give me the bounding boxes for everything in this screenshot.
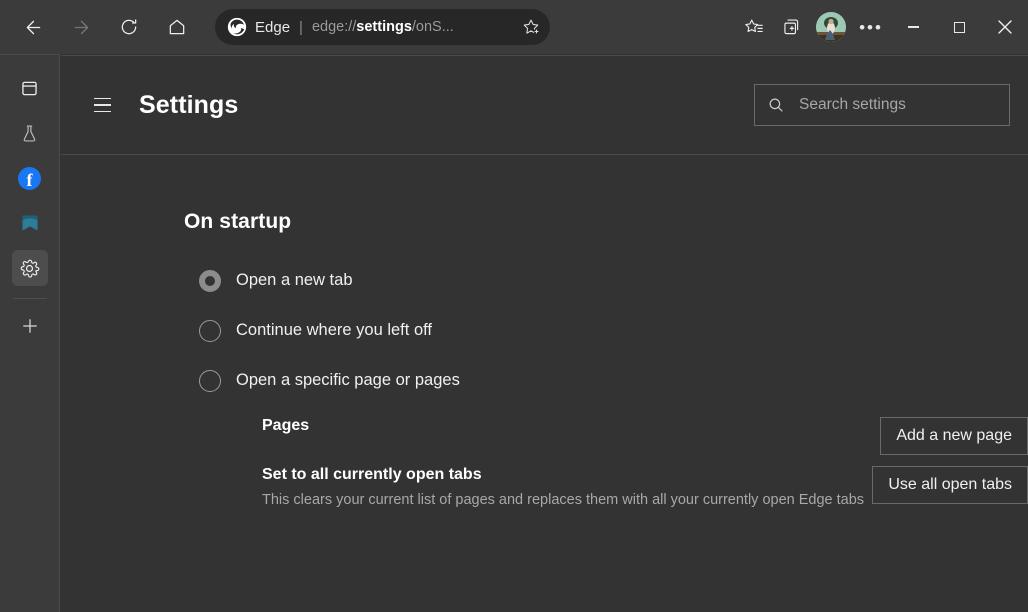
vertical-sidebar: f bbox=[0, 54, 60, 612]
url-scheme: edge:// bbox=[312, 19, 356, 35]
radio-label: Open a specific page or pages bbox=[236, 371, 460, 390]
maximize-icon bbox=[954, 22, 965, 33]
collections-icon bbox=[781, 17, 802, 38]
radio-indicator[interactable] bbox=[199, 370, 221, 392]
home-button[interactable] bbox=[158, 8, 196, 46]
sidebar-item-reading-list[interactable] bbox=[12, 205, 48, 241]
back-button[interactable] bbox=[14, 8, 52, 46]
url-path-rest: /onS... bbox=[412, 19, 454, 35]
search-settings-box[interactable]: Search settings bbox=[754, 84, 1010, 126]
back-arrow-icon bbox=[23, 17, 44, 38]
address-bar[interactable]: Edge | edge://settings/onS... bbox=[215, 9, 550, 45]
avatar[interactable] bbox=[816, 12, 846, 42]
sidebar-item-settings[interactable] bbox=[12, 250, 48, 286]
use-all-open-tabs-button[interactable]: Use all open tabs bbox=[872, 466, 1028, 504]
sidebar-item-experiments[interactable] bbox=[12, 115, 48, 151]
pages-row: Pages Add a new page bbox=[184, 417, 1028, 457]
omnibox-brand: Edge bbox=[255, 19, 290, 36]
gear-icon bbox=[19, 258, 40, 279]
favorites-icon bbox=[743, 17, 764, 38]
toolbar-right-group: ••• bbox=[734, 0, 1028, 54]
section-title-on-startup: On startup bbox=[184, 210, 1028, 234]
add-a-new-page-button[interactable]: Add a new page bbox=[880, 417, 1028, 455]
radio-indicator[interactable] bbox=[199, 270, 221, 292]
minimize-icon bbox=[908, 26, 919, 28]
settings-menu-button[interactable] bbox=[85, 88, 119, 122]
browser-window-icon bbox=[19, 78, 40, 99]
more-options-button[interactable]: ••• bbox=[852, 8, 890, 46]
sidebar-add-button[interactable] bbox=[12, 308, 48, 344]
star-plus-icon bbox=[521, 17, 541, 37]
avatar-photo-icon bbox=[816, 12, 846, 42]
refresh-button[interactable] bbox=[110, 8, 148, 46]
startup-radio-group: Open a new tab Continue where you left o… bbox=[184, 267, 1028, 394]
page-title: Settings bbox=[139, 91, 238, 120]
hamburger-line bbox=[94, 98, 111, 100]
refresh-icon bbox=[119, 17, 139, 37]
radio-option-specific-pages[interactable]: Open a specific page or pages bbox=[184, 367, 1028, 394]
search-input[interactable]: Search settings bbox=[799, 96, 906, 114]
hamburger-line bbox=[94, 104, 111, 106]
url-path-strong: settings bbox=[356, 19, 412, 35]
sidebar-divider bbox=[13, 298, 47, 299]
pages-row-title: Pages bbox=[262, 417, 880, 435]
settings-pane: On startup Open a new tab Continue where… bbox=[61, 155, 1028, 508]
pages-row-text: Pages bbox=[184, 417, 880, 435]
plus-icon bbox=[20, 316, 40, 336]
add-favorite-button[interactable] bbox=[518, 14, 544, 40]
home-icon bbox=[167, 17, 187, 37]
radio-indicator[interactable] bbox=[199, 320, 221, 342]
sidebar-item-facebook[interactable]: f bbox=[12, 160, 48, 196]
open-tabs-row-description: This clears your current list of pages a… bbox=[262, 492, 872, 508]
facebook-icon: f bbox=[18, 167, 41, 190]
edge-logo-icon bbox=[227, 17, 247, 37]
forward-button[interactable] bbox=[62, 8, 100, 46]
radio-option-continue-where-left-off[interactable]: Continue where you left off bbox=[184, 317, 1028, 344]
omnibox-url[interactable]: edge://settings/onS... bbox=[312, 19, 518, 35]
favorites-button[interactable] bbox=[734, 8, 772, 46]
settings-page: Settings Search settings On startup Open… bbox=[61, 55, 1028, 612]
hamburger-line bbox=[94, 111, 111, 113]
close-icon bbox=[998, 20, 1012, 34]
startup-sub-settings: Pages Add a new page Set to all currentl… bbox=[184, 417, 1028, 508]
maximize-button[interactable] bbox=[936, 0, 982, 54]
search-icon bbox=[767, 96, 785, 114]
radio-label: Open a new tab bbox=[236, 271, 353, 290]
sidebar-item-browser-essentials[interactable] bbox=[12, 70, 48, 106]
radio-option-open-new-tab[interactable]: Open a new tab bbox=[184, 267, 1028, 294]
open-tabs-row-text: Set to all currently open tabs This clea… bbox=[184, 466, 872, 508]
bookmark-banner-icon bbox=[19, 213, 41, 233]
radio-label: Continue where you left off bbox=[236, 321, 432, 340]
close-button[interactable] bbox=[982, 0, 1028, 54]
omnibox-separator: | bbox=[299, 19, 303, 36]
open-tabs-row: Set to all currently open tabs This clea… bbox=[184, 466, 1028, 508]
open-tabs-row-title: Set to all currently open tabs bbox=[262, 466, 872, 484]
minimize-button[interactable] bbox=[890, 0, 936, 54]
settings-header: Settings Search settings bbox=[61, 56, 1028, 155]
collections-button[interactable] bbox=[772, 8, 810, 46]
flask-icon bbox=[19, 123, 40, 144]
forward-arrow-icon bbox=[71, 17, 92, 38]
browser-toolbar: Edge | edge://settings/onS... bbox=[0, 0, 1028, 54]
more-options-label: ••• bbox=[859, 19, 883, 36]
